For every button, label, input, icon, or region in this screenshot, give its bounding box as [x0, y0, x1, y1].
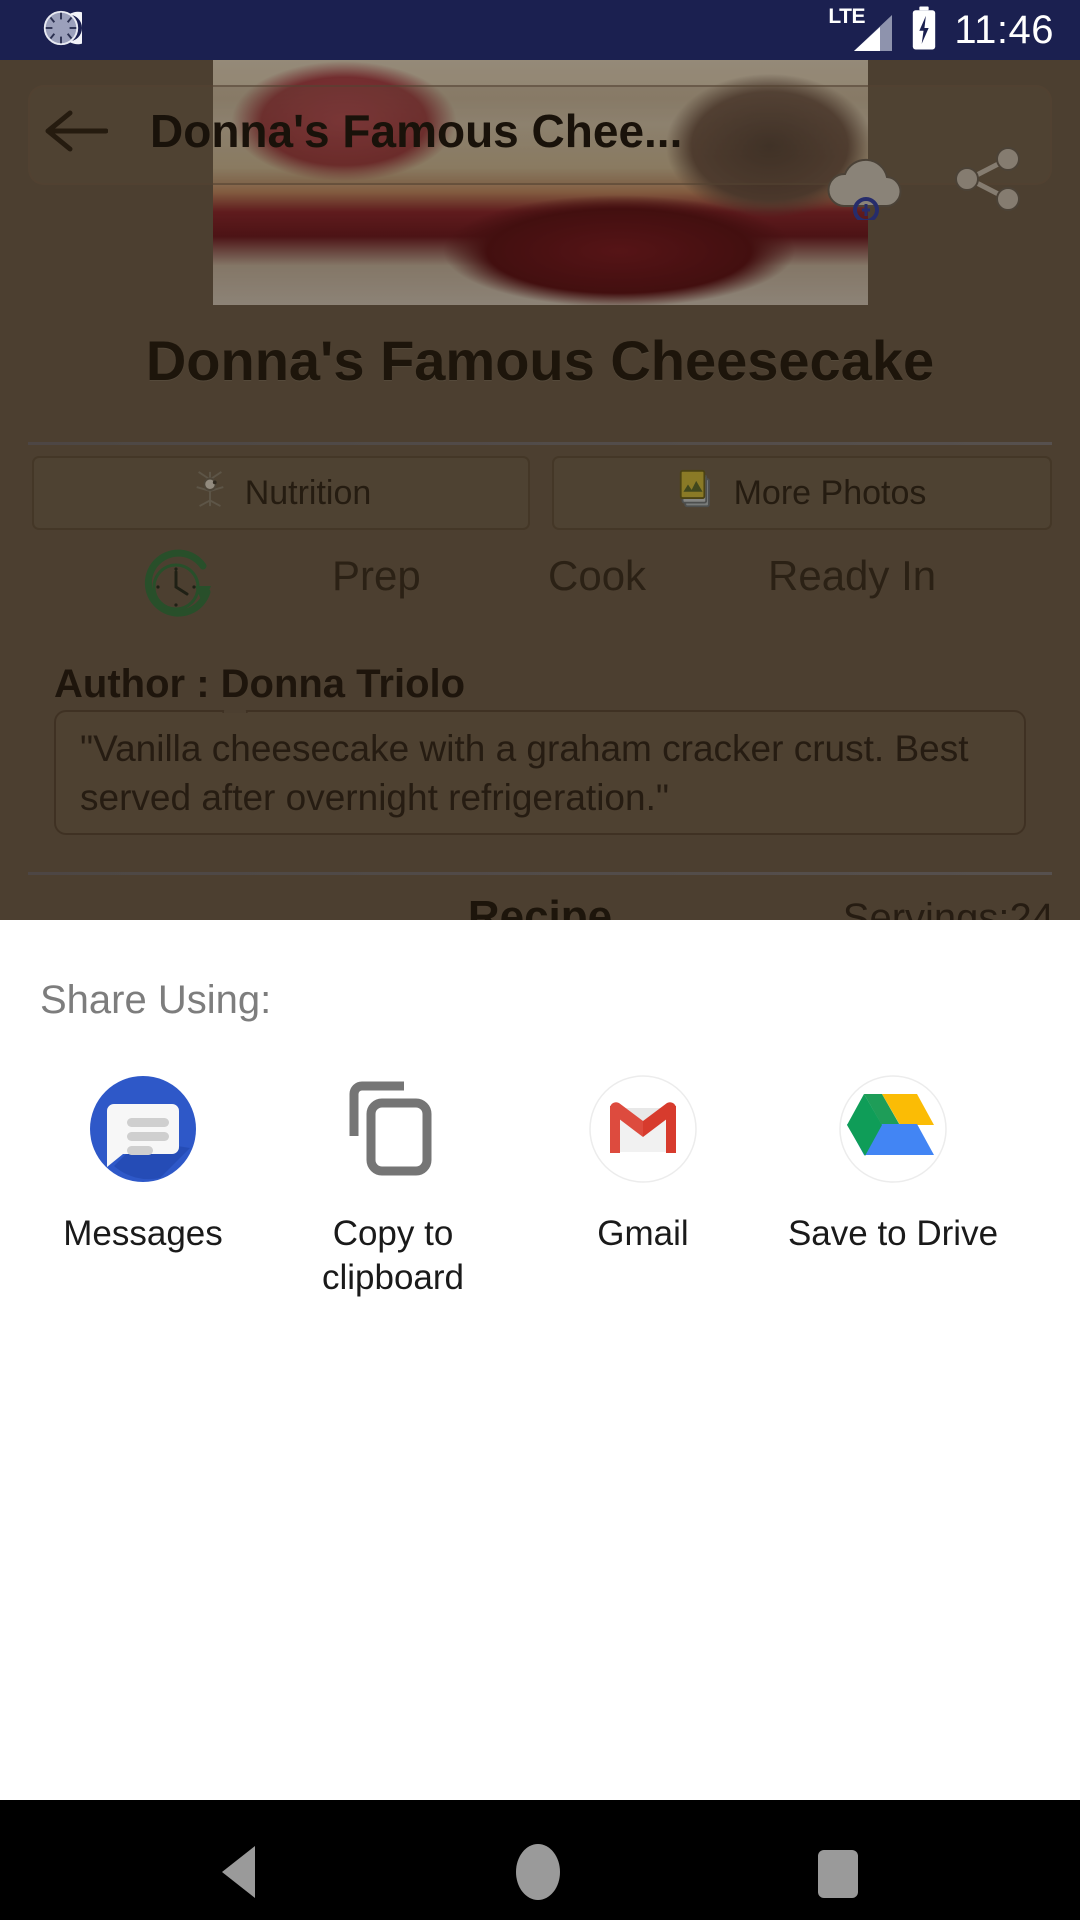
share-sheet: Share Using: Messages Copy to clipboard … [0, 920, 1080, 1800]
share-targets-grid: Messages Copy to clipboard Gmail Save to… [0, 1070, 1080, 1300]
nav-recents-icon[interactable] [818, 1850, 858, 1898]
google-messages-icon [84, 1070, 202, 1188]
author-line: Author : Donna Triolo [54, 662, 466, 706]
share-target-copy-to-clipboard[interactable]: Copy to clipboard [268, 1070, 518, 1300]
status-bar-notifications [40, 0, 95, 60]
back-arrow-icon[interactable] [44, 108, 109, 154]
nav-home-icon[interactable] [516, 1844, 560, 1900]
cloud-upload-icon[interactable] [822, 150, 912, 223]
battery-charging-icon [910, 6, 938, 55]
screen-root: Donna's Famous Chee... Donna's Famous Ch… [0, 0, 1080, 1920]
description-text: "Vanilla cheesecake with a graham cracke… [80, 728, 969, 819]
navigation-bar [0, 1800, 1080, 1920]
app-bar-title: Donna's Famous Chee... [150, 105, 683, 157]
share-target-save-to-drive[interactable]: Save to Drive [768, 1070, 1018, 1300]
prep-time-label: Prep [332, 552, 421, 599]
nutrition-icon [191, 468, 229, 519]
status-bar-indicators: LTE 11:46 [828, 0, 1054, 60]
servings-label: Servings:24 [842, 896, 1054, 920]
share-sheet-heading: Share Using: [40, 978, 272, 1022]
gmail-icon [584, 1070, 702, 1188]
description-bubble: "Vanilla cheesecake with a graham cracke… [54, 697, 1026, 835]
share-icon[interactable] [948, 146, 1026, 212]
ready-in-time-label: Ready In [768, 552, 937, 599]
share-target-label: Messages [63, 1214, 223, 1253]
nav-back-icon[interactable] [222, 1846, 255, 1898]
clock-icon [135, 542, 227, 630]
cook-time-label: Cook [548, 552, 647, 599]
sync-progress-icon [40, 7, 95, 54]
google-drive-icon [834, 1070, 952, 1188]
times-row: Prep Cook Ready In [0, 530, 1080, 630]
share-target-label: Copy to clipboard [321, 1214, 465, 1298]
photos-icon [678, 468, 718, 519]
app-bar: Donna's Famous Chee... [0, 60, 1080, 223]
more-photos-button-label: More Photos [733, 473, 927, 512]
nutrition-button[interactable]: Nutrition [32, 456, 530, 530]
share-target-messages[interactable]: Messages [18, 1070, 268, 1300]
nutrition-button-label: Nutrition [244, 473, 372, 512]
more-photos-button[interactable]: More Photos [552, 456, 1052, 530]
copy-to-clipboard-icon [334, 1070, 452, 1188]
divider-top [28, 442, 1052, 445]
divider-bottom [28, 872, 1052, 875]
share-target-label: Gmail [597, 1214, 689, 1253]
share-target-gmail[interactable]: Gmail [518, 1070, 768, 1300]
recipe-title: Donna's Famous Cheesecake [145, 329, 935, 392]
share-target-label: Save to Drive [787, 1214, 999, 1253]
status-bar: LTE 11:46 [0, 0, 1080, 60]
recipe-app-background: Donna's Famous Chee... Donna's Famous Ch… [0, 60, 1080, 920]
signal-bars-icon: LTE [828, 5, 894, 53]
status-bar-clock: 11:46 [954, 8, 1054, 52]
